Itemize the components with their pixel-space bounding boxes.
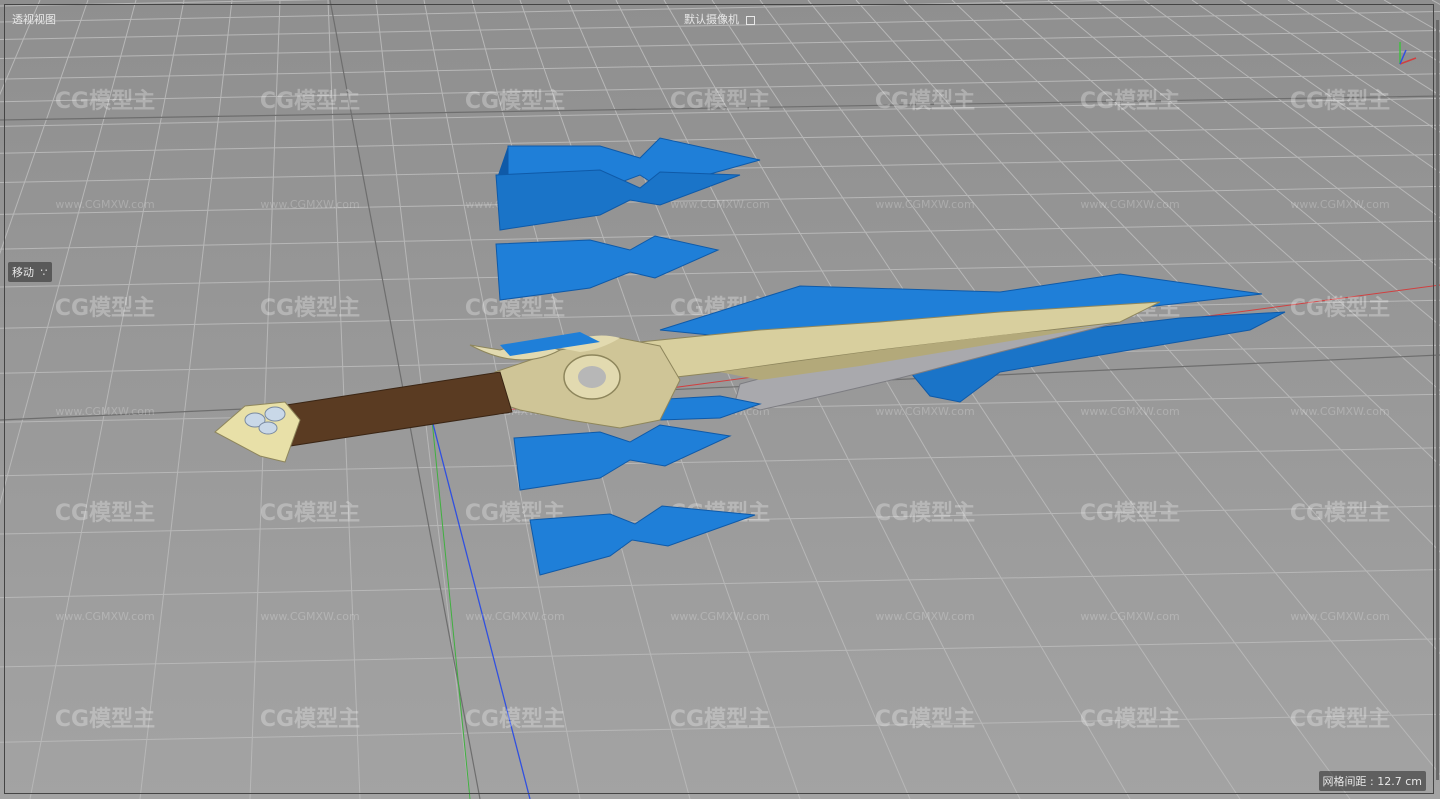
watermark-url: www.CGMXW.com (260, 610, 359, 623)
watermark-logo: CG模型主 (260, 707, 360, 732)
watermark-logo: CG模型主 (1080, 89, 1180, 114)
watermark-logo: CG模型主 (55, 707, 155, 732)
watermark-logo: CG模型主 (670, 707, 770, 732)
tool-name: 移动 (12, 266, 34, 279)
watermark-url: www.CGMXW.com (1290, 610, 1389, 623)
watermark-url: www.CGMXW.com (875, 405, 974, 418)
watermark-logo: CG模型主 (1290, 501, 1390, 526)
camera-name: 默认摄像机 (684, 13, 739, 26)
watermark-url: www.CGMXW.com (1290, 198, 1389, 211)
watermark-url: www.CGMXW.com (55, 610, 154, 623)
watermark-url: www.CGMXW.com (1080, 405, 1179, 418)
watermark-url: www.CGMXW.com (1080, 198, 1179, 211)
active-tool-label[interactable]: 移动 ∵ (8, 262, 52, 282)
watermark-logo: CG模型主 (55, 296, 155, 321)
watermark-url: www.CGMXW.com (1290, 405, 1389, 418)
watermark-logo: CG模型主 (465, 707, 565, 732)
watermark-logo: CG模型主 (260, 89, 360, 114)
watermark-logo: CG模型主 (465, 296, 565, 321)
watermark-url: www.CGMXW.com (875, 610, 974, 623)
watermark-logo: CG模型主 (55, 501, 155, 526)
watermark-logo: CG模型主 (260, 296, 360, 321)
watermark-url: www.CGMXW.com (260, 198, 359, 211)
perspective-viewport[interactable]: CG模型主 www.CGMXW.com CG模型主 www.CGMXW.com CG模型… (0, 0, 1440, 799)
watermark-logo: CG模型主 (875, 707, 975, 732)
camera-square-icon (745, 15, 755, 25)
grid-spacing-readout: 网格间距 : 12.7 cm (1318, 771, 1426, 791)
watermark-logo: CG模型主 (1290, 89, 1390, 114)
watermark-logo: CG模型主 (875, 501, 975, 526)
watermark-url: www.CGMXW.com (1080, 610, 1179, 623)
watermark-logo: CG模型主 (1080, 501, 1180, 526)
axis-gizmo-icon (1399, 42, 1417, 65)
camera-selector[interactable]: 默认摄像机 (680, 9, 759, 29)
watermark-url: www.CGMXW.com (465, 610, 564, 623)
watermark-logo: CG模型主 (260, 501, 360, 526)
watermark-logo: CG模型主 (1290, 707, 1390, 732)
watermark-logo: CG模型主 (875, 89, 975, 114)
watermark-logo: CG模型主 (55, 89, 155, 114)
watermark-url: www.CGMXW.com (55, 405, 154, 418)
view-name-label[interactable]: 透视视图 (8, 9, 60, 29)
viewport-edge-bar (1436, 20, 1439, 780)
watermark-url: www.CGMXW.com (670, 610, 769, 623)
viewport-scene[interactable]: CG模型主 www.CGMXW.com CG模型主 www.CGMXW.com CG模型… (0, 0, 1440, 799)
watermark-url: www.CGMXW.com (875, 198, 974, 211)
watermark-logo: CG模型主 (465, 89, 565, 114)
watermark-logo: CG模型主 (1080, 707, 1180, 732)
dots-icon: ∵ (40, 266, 48, 279)
watermark-logo: CG模型主 (1290, 296, 1390, 321)
watermark-url: www.CGMXW.com (670, 198, 769, 211)
watermark-logo: CG模型主 (670, 89, 770, 114)
watermark-url: www.CGMXW.com (55, 198, 154, 211)
